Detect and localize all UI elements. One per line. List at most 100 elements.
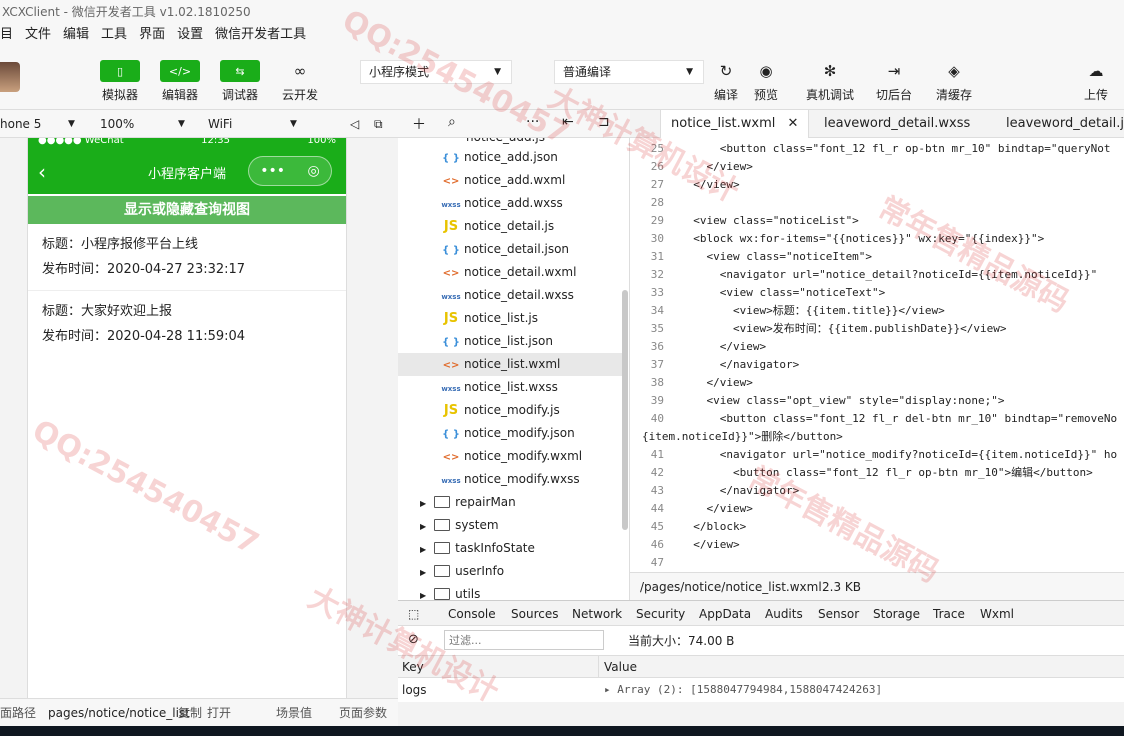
devtools-tab-security[interactable]: Security: [636, 601, 685, 627]
devtools-tab-storage[interactable]: Storage: [873, 601, 920, 629]
tree-folder[interactable]: ▶ userInfo: [398, 560, 622, 583]
tree-scrollbar[interactable]: [622, 290, 628, 530]
mode-select[interactable]: 小程序模式 ▼: [360, 60, 512, 84]
inspect-icon[interactable]: ⬚: [408, 601, 419, 627]
table-row[interactable]: logs ▸ Array (2): [1588047794984,1588047…: [398, 678, 1124, 702]
background-button[interactable]: ⇥ 切后台: [864, 60, 924, 103]
menu-item-settings[interactable]: 设置: [177, 24, 203, 46]
network-select[interactable]: WiFi: [208, 110, 232, 138]
search-icon[interactable]: ⌕: [448, 114, 456, 130]
tree-folder[interactable]: ▶ taskInfoState: [398, 537, 622, 560]
tree-file[interactable]: <> notice_modify.wxml: [398, 445, 622, 468]
devtools-tab-sensor[interactable]: Sensor: [818, 601, 859, 627]
chevron-right-icon[interactable]: ▶: [420, 591, 426, 600]
storage-filter-input[interactable]: [444, 630, 604, 650]
devtools-tab-trace[interactable]: Trace: [933, 601, 965, 627]
tab-notice-list-wxml[interactable]: notice_list.wxml ✕: [660, 110, 810, 138]
devtools-tab-console[interactable]: Console: [448, 601, 496, 627]
simulator-button[interactable]: ▯ 模拟器: [90, 60, 150, 103]
tree-file[interactable]: <> notice_detail.wxml: [398, 261, 622, 284]
clear-icon[interactable]: ⊘: [408, 632, 419, 647]
code-text: </navigator>: [680, 358, 800, 371]
notice-item[interactable]: 标题：小程序报修平台上线 发布时间：2020-04-27 23:32:17: [28, 224, 346, 291]
code-line: {item.noticeId}}">删除</button>: [630, 428, 843, 446]
tree-folder[interactable]: ▶ utils: [398, 583, 622, 600]
tree-file[interactable]: wxss notice_detail.wxss: [398, 284, 622, 307]
chevron-right-icon[interactable]: ▶: [420, 545, 426, 554]
editor-button[interactable]: </> 编辑器: [150, 60, 210, 103]
notice-item[interactable]: 标题：大家好欢迎上报 发布时间：2020-04-28 11:59:04: [28, 291, 346, 357]
tree-file[interactable]: <> notice_list.wxml: [398, 353, 622, 376]
device-select[interactable]: hone 5: [0, 110, 41, 138]
tree-file[interactable]: wxss notice_add.wxss: [398, 192, 622, 215]
menu-item-view[interactable]: 界面: [139, 24, 165, 46]
close-icon[interactable]: ✕: [788, 116, 799, 131]
tab-leaveword-detail-wxss[interactable]: leaveword_detail.wxss: [814, 110, 980, 138]
chevron-right-icon[interactable]: ▶: [420, 499, 426, 508]
compile-select[interactable]: 普通编译 ▼: [554, 60, 704, 84]
toggle-query-button[interactable]: 显示或隐藏查询视图: [28, 196, 346, 224]
page-path-bar: 面路径 pages/notice/notice_list 复制 打开 场景值 页…: [0, 698, 398, 726]
tree-file[interactable]: JS notice_modify.js: [398, 399, 622, 422]
tree-file[interactable]: { } notice_add.json: [398, 146, 622, 169]
tree-file[interactable]: { } notice_detail.json: [398, 238, 622, 261]
chevron-right-icon[interactable]: ▶: [420, 522, 426, 531]
devtools-tab-wxml[interactable]: Wxml: [980, 601, 1014, 627]
simulator-bar: hone 5 ▼ 100% ▼ WiFi ▼ ◁ ⧉: [0, 110, 398, 138]
folder-icon: [434, 542, 451, 554]
add-icon[interactable]: ＋: [412, 114, 426, 134]
zoom-select[interactable]: 100%: [100, 110, 134, 138]
remote-debug-button[interactable]: ✻ 真机调试: [800, 60, 860, 103]
menu-item-tools[interactable]: 工具: [101, 24, 127, 46]
tree-file[interactable]: <> notice_add.wxml: [398, 169, 622, 192]
tree-file[interactable]: wxss notice_modify.wxss: [398, 468, 622, 491]
code-line: 35 <view>发布时间：{{item.publishDate}}</view…: [630, 320, 1007, 338]
line-number: 31: [650, 250, 664, 263]
clear-cache-button[interactable]: ◈ 清缓存: [924, 60, 984, 103]
avatar[interactable]: [0, 62, 20, 92]
capsule-menu[interactable]: ••• ◎: [248, 156, 332, 186]
status-carrier: ●●●●● WeChat: [38, 138, 124, 146]
split-icon[interactable]: ⊐: [598, 114, 610, 130]
tree-folder-name: system: [455, 518, 499, 532]
code-text: <view class="noticeText">: [680, 286, 886, 299]
upload-button[interactable]: ☁ 上传: [1066, 60, 1124, 103]
tree-file[interactable]: JS notice_detail.js: [398, 215, 622, 238]
tree-file[interactable]: { } notice_list.json: [398, 330, 622, 353]
close-circle-icon[interactable]: ◎: [308, 163, 320, 179]
tree-file-name: notice_modify.wxml: [464, 449, 583, 463]
code-editor[interactable]: 25 <button class="font_12 fl_r op-btn mr…: [630, 138, 1124, 572]
chevron-down-icon: ▼: [494, 67, 501, 77]
line-number: 33: [650, 286, 664, 299]
chevron-right-icon[interactable]: ▶: [420, 568, 426, 577]
tree-file[interactable]: { } notice_modify.json: [398, 422, 622, 445]
more-icon[interactable]: ···: [526, 114, 539, 130]
tree-folder[interactable]: ▶ system: [398, 514, 622, 537]
tab-leaveword-detail-json[interactable]: leaveword_detail.json: [996, 110, 1124, 138]
menu-item-edit[interactable]: 编辑: [63, 24, 89, 46]
debugger-button[interactable]: ⇆ 调试器: [210, 60, 270, 103]
tree-file[interactable]: wxss notice_list.wxss: [398, 376, 622, 399]
cloud-button[interactable]: ∞ 云开发: [270, 60, 330, 103]
page-params-button[interactable]: 页面参数: [339, 699, 387, 727]
scene-value-button[interactable]: 场景值: [276, 699, 312, 727]
open-link[interactable]: 打开: [207, 699, 231, 727]
devtools-tab-network[interactable]: Network: [572, 601, 622, 627]
menu-item-file[interactable]: 文件: [25, 24, 51, 46]
devtools-tab-appdata[interactable]: AppData: [699, 601, 751, 627]
collapse-icon[interactable]: ⇤: [562, 114, 574, 130]
copy-link[interactable]: 复制: [178, 699, 202, 727]
tree-file[interactable]: JS notice_list.js: [398, 307, 622, 330]
detach-icon[interactable]: ⧉: [374, 110, 383, 138]
menu-item-project[interactable]: 目: [0, 24, 13, 46]
tree-file-name: notice_list.wxss: [464, 380, 558, 394]
tree-file-name: notice_detail.wxml: [464, 265, 577, 279]
devtools-tab-audits[interactable]: Audits: [765, 601, 803, 627]
devtools-tab-sources[interactable]: Sources: [511, 601, 558, 627]
tree-folder[interactable]: ▶ repairMan: [398, 491, 622, 514]
menu-item-devtools[interactable]: 微信开发者工具: [215, 24, 306, 46]
more-icon[interactable]: •••: [260, 163, 285, 179]
preview-button[interactable]: ◉ 预览: [736, 60, 796, 103]
volume-icon[interactable]: ◁: [350, 110, 359, 138]
code-text: </view>: [680, 160, 753, 173]
